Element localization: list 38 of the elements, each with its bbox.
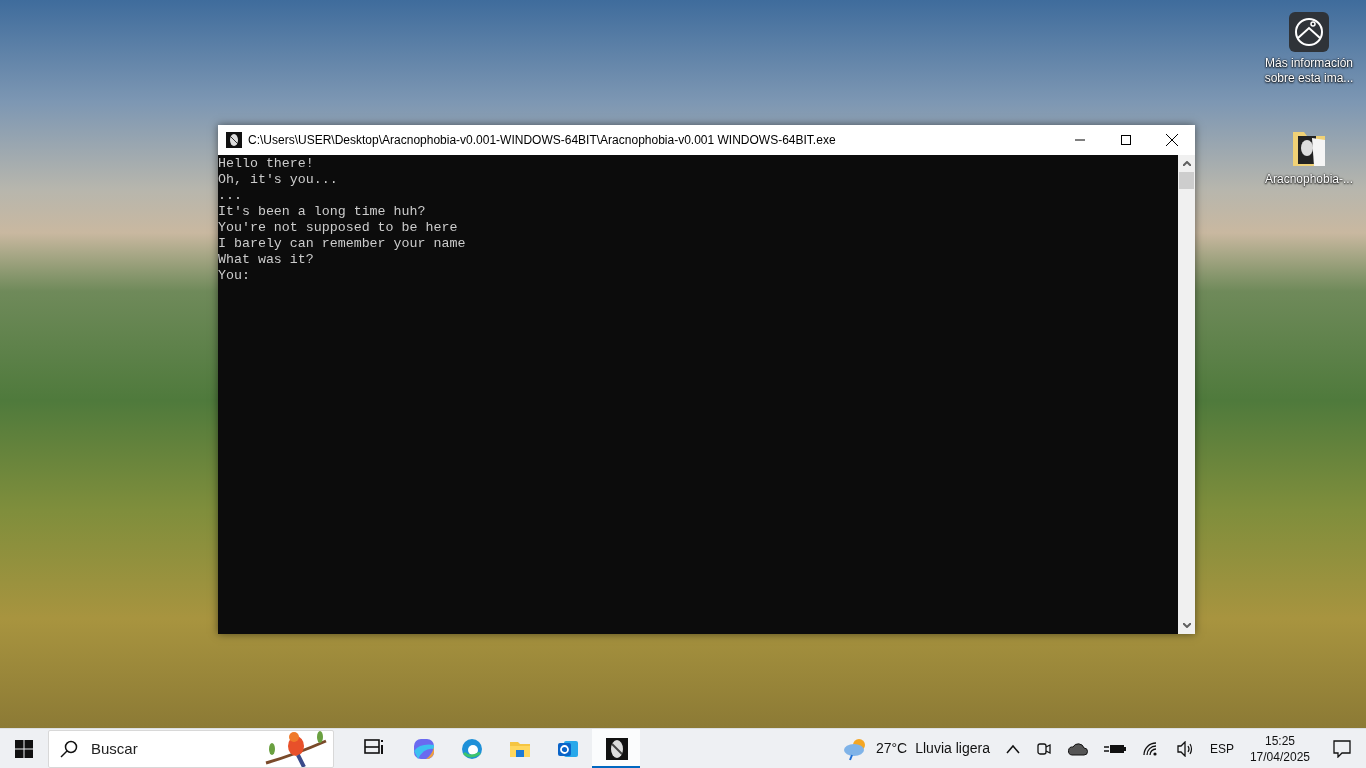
speaker-icon[interactable] (1175, 740, 1194, 757)
scroll-thumb[interactable] (1179, 172, 1194, 189)
clock-time[interactable]: 15:25 (1264, 732, 1295, 749)
browser-icon (460, 736, 484, 761)
battery-plug-icon[interactable] (1103, 742, 1126, 755)
console-line: ... (218, 188, 243, 204)
console-line: It's been a long time huh? (218, 204, 427, 220)
console-line: Oh, it's you... (218, 172, 339, 188)
desktop-icon-label[interactable]: Más información sobre esta ima... (1261, 56, 1357, 86)
cloud-rain-icon (841, 736, 868, 761)
console-line: You're not supposed to be here (218, 220, 459, 236)
temperature-text: 27°C (875, 739, 908, 758)
console-line: Hello there! (218, 156, 315, 172)
bird-on-branch-icon (264, 730, 328, 767)
console-line: You: (218, 268, 251, 284)
app-icon (226, 132, 242, 148)
scrollbar[interactable] (1178, 155, 1195, 634)
search-icon (60, 739, 78, 758)
taskbar-app-button[interactable] (592, 728, 640, 768)
weather-condition-text: Lluvia ligera (915, 739, 990, 758)
app-icon (604, 735, 628, 762)
language-indicator[interactable]: ESP (1209, 739, 1234, 758)
maximize-icon (1121, 135, 1131, 145)
windows-icon (15, 739, 33, 758)
notification-icon (1333, 739, 1351, 758)
camera-icon[interactable] (1035, 740, 1052, 757)
window-title: C:\Users\USER\Desktop\Aracnophobia-v0.001-WINDOWS-64BIT\Aracnophobia-v0.001 WINDOWS-64BIT.exe (248, 132, 836, 149)
clock-date[interactable]: 17/04/2025 (1249, 748, 1310, 765)
console-line: I barely can remember your name (218, 236, 467, 252)
chevron-up-icon[interactable] (1005, 743, 1020, 754)
scroll-up-icon[interactable] (1182, 161, 1191, 166)
image-info-icon (1289, 12, 1329, 52)
search-field[interactable]: Buscar (48, 729, 334, 768)
cloud-icon[interactable] (1067, 741, 1088, 756)
copilot-icon (412, 736, 436, 761)
close-icon (1166, 134, 1178, 146)
scroll-down-icon[interactable] (1182, 623, 1191, 628)
console-line: What was it? (218, 252, 315, 268)
